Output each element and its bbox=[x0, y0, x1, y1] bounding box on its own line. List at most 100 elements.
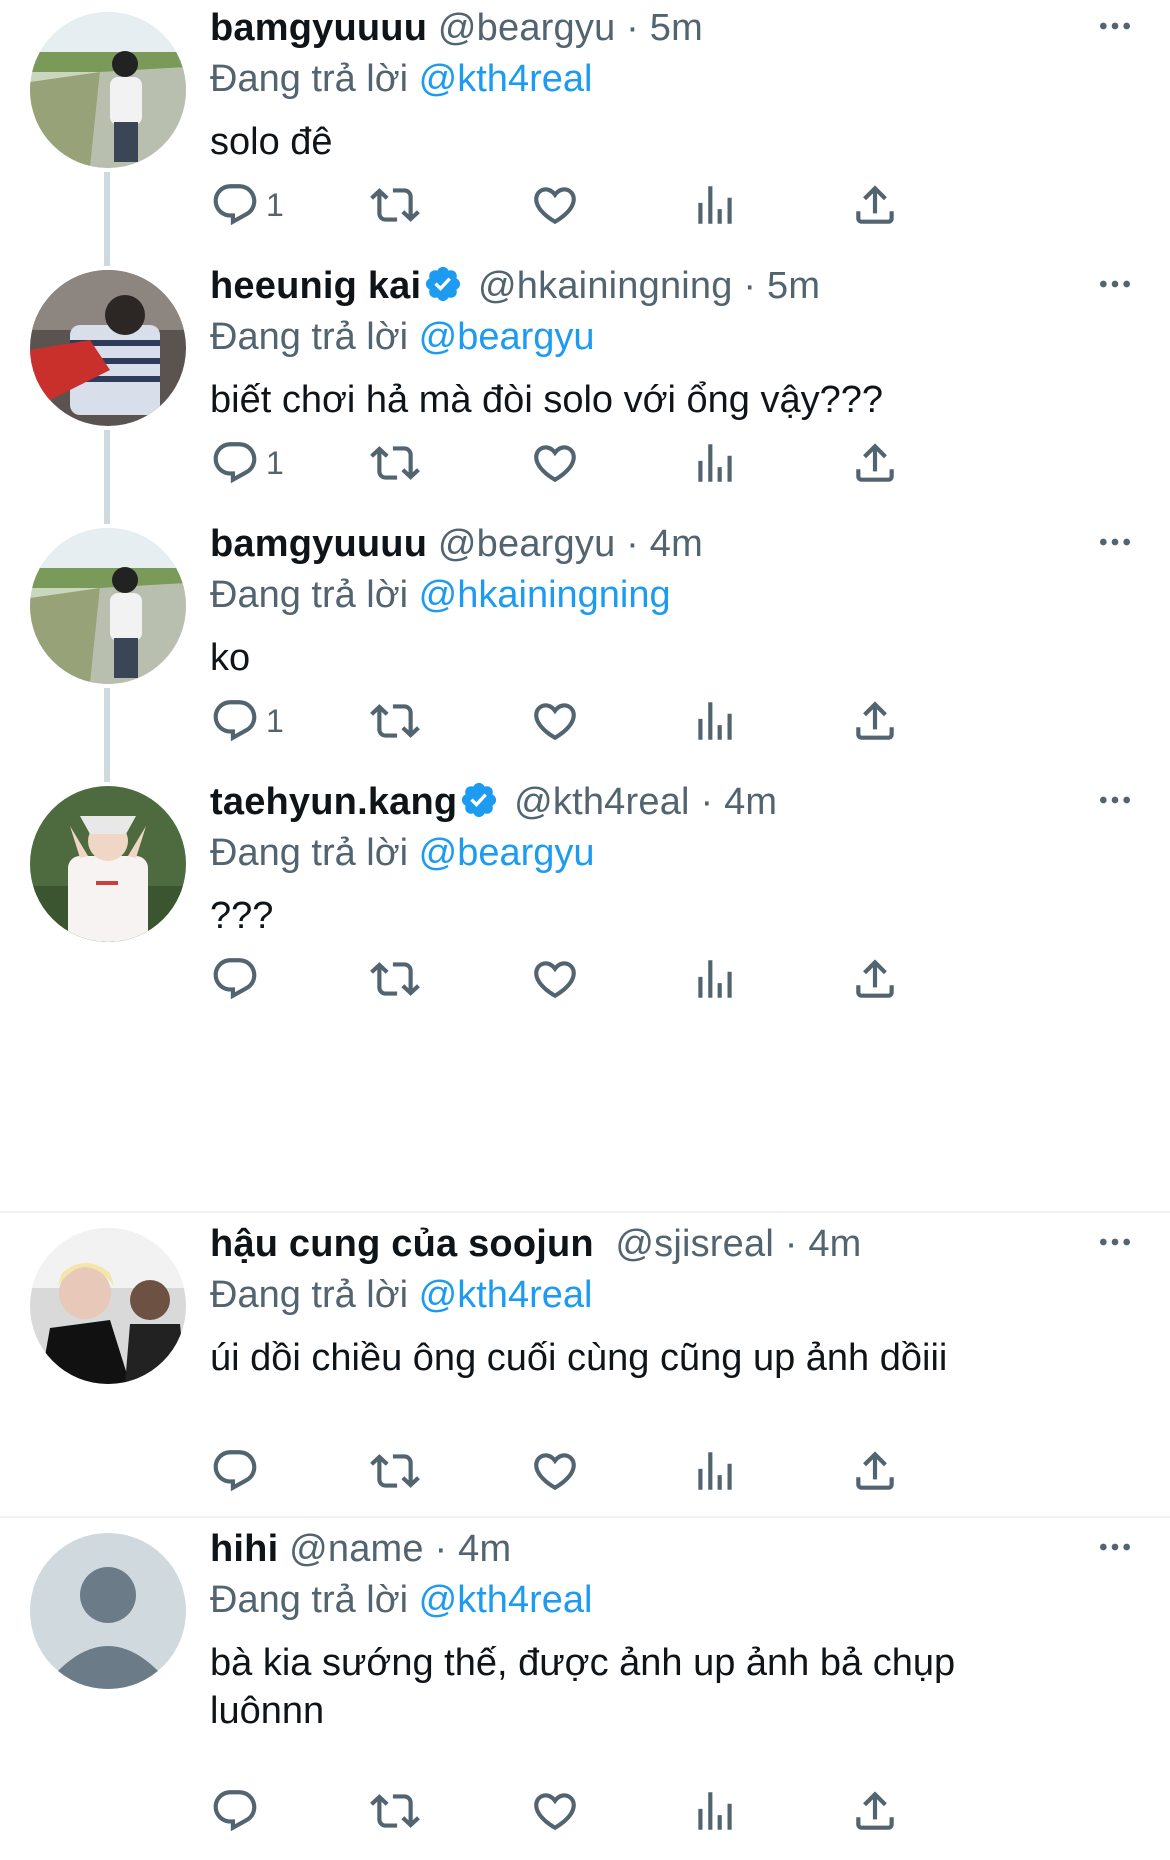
display-name[interactable]: taehyun.kang bbox=[210, 781, 457, 823]
timestamp[interactable]: · 4m bbox=[435, 1528, 512, 1570]
more-icon[interactable] bbox=[1094, 1527, 1136, 1567]
retweet-button[interactable] bbox=[370, 949, 420, 1009]
display-name[interactable]: bamgyuuuu bbox=[210, 7, 427, 49]
action-bar bbox=[210, 949, 1040, 1009]
reply-icon bbox=[210, 1446, 260, 1496]
tweet[interactable]: hậu cung của soojun @sjisreal · 4m Đang … bbox=[0, 1216, 1170, 1516]
handle[interactable]: @hkainingning bbox=[478, 265, 733, 307]
more-icon[interactable] bbox=[1094, 1222, 1136, 1262]
tweet-text: biết chơi hả mà đòi solo với ổng vậy??? bbox=[210, 379, 883, 421]
tweet[interactable]: heeunig kai @hkainingning · 5m Đang trả … bbox=[0, 258, 1170, 516]
action-bar: 1 bbox=[210, 691, 1040, 751]
like-icon bbox=[530, 438, 580, 488]
like-button[interactable] bbox=[530, 1441, 580, 1501]
reply-prefix: Đang trả lời bbox=[210, 58, 409, 100]
avatar[interactable] bbox=[30, 12, 186, 168]
tweet[interactable]: bamgyuuuu @beargyu · 5m Đang trả lời @kt… bbox=[0, 0, 1170, 258]
like-icon bbox=[530, 180, 580, 230]
timestamp[interactable]: · 5m bbox=[626, 7, 703, 49]
retweet-button[interactable] bbox=[370, 433, 420, 493]
handle[interactable]: @name bbox=[289, 1528, 424, 1570]
views-icon bbox=[690, 954, 740, 1004]
avatar[interactable] bbox=[30, 1533, 186, 1689]
views-button[interactable] bbox=[690, 1441, 740, 1501]
timestamp[interactable]: · 5m bbox=[743, 265, 820, 307]
reply-icon bbox=[210, 954, 260, 1004]
like-icon bbox=[530, 696, 580, 746]
timestamp[interactable]: · 4m bbox=[626, 523, 703, 565]
handle[interactable]: @beargyu bbox=[438, 7, 616, 49]
reply-button[interactable] bbox=[210, 949, 266, 1009]
views-button[interactable] bbox=[690, 691, 740, 751]
display-name[interactable]: bamgyuuuu bbox=[210, 523, 427, 565]
views-button[interactable] bbox=[690, 949, 740, 1009]
divider bbox=[0, 1211, 1170, 1213]
reply-button[interactable] bbox=[210, 1441, 266, 1501]
display-name[interactable]: heeunig kai bbox=[210, 265, 421, 307]
like-icon bbox=[530, 1446, 580, 1496]
share-button[interactable] bbox=[850, 691, 900, 751]
like-button[interactable] bbox=[530, 175, 580, 235]
share-icon bbox=[850, 180, 900, 230]
share-button[interactable] bbox=[850, 1781, 900, 1841]
retweet-button[interactable] bbox=[370, 691, 420, 751]
tweet-text: úi dồi chiều ông cuối cùng cũng up ảnh d… bbox=[210, 1337, 948, 1379]
retweet-button[interactable] bbox=[370, 1781, 420, 1841]
display-name[interactable]: hihi bbox=[210, 1528, 278, 1570]
avatar[interactable] bbox=[30, 270, 186, 426]
reply-prefix: Đang trả lời bbox=[210, 1274, 409, 1316]
handle[interactable]: @kth4real bbox=[514, 781, 690, 823]
reply-icon bbox=[210, 696, 260, 746]
share-button[interactable] bbox=[850, 1441, 900, 1501]
action-bar: 1 bbox=[210, 175, 1040, 235]
reply-to-mention[interactable]: @hkainingning bbox=[419, 574, 671, 616]
views-icon bbox=[690, 438, 740, 488]
reply-to-mention[interactable]: @beargyu bbox=[419, 832, 595, 874]
retweet-button[interactable] bbox=[370, 175, 420, 235]
reply-to-mention[interactable]: @kth4real bbox=[419, 1579, 593, 1621]
like-button[interactable] bbox=[530, 949, 580, 1009]
handle[interactable]: @beargyu bbox=[438, 523, 616, 565]
like-button[interactable] bbox=[530, 1781, 580, 1841]
tweet[interactable]: hihi @name · 4m Đang trả lời @kth4real b… bbox=[0, 1521, 1170, 1860]
avatar[interactable] bbox=[30, 786, 186, 942]
reply-prefix: Đang trả lời bbox=[210, 574, 409, 616]
avatar[interactable] bbox=[30, 1228, 186, 1384]
like-icon bbox=[530, 954, 580, 1004]
verified-icon bbox=[459, 780, 499, 820]
tweet[interactable]: bamgyuuuu @beargyu · 4m Đang trả lời @hk… bbox=[0, 516, 1170, 774]
timestamp[interactable]: · 4m bbox=[785, 1223, 862, 1265]
share-button[interactable] bbox=[850, 949, 900, 1009]
more-icon[interactable] bbox=[1094, 6, 1136, 46]
reply-button[interactable]: 1 bbox=[210, 175, 284, 235]
reply-button[interactable]: 1 bbox=[210, 433, 284, 493]
views-button[interactable] bbox=[690, 433, 740, 493]
tweet[interactable]: taehyun.kang @kth4real · 4m Đang trả lời… bbox=[0, 774, 1170, 1032]
retweet-icon bbox=[370, 696, 420, 746]
reply-count: 1 bbox=[266, 702, 284, 739]
more-icon[interactable] bbox=[1094, 264, 1136, 304]
share-button[interactable] bbox=[850, 433, 900, 493]
reply-to-mention[interactable]: @kth4real bbox=[419, 58, 593, 100]
views-button[interactable] bbox=[690, 175, 740, 235]
handle[interactable]: @sjisreal bbox=[615, 1223, 774, 1265]
views-icon bbox=[690, 1786, 740, 1836]
display-name[interactable]: hậu cung của soojun bbox=[210, 1223, 594, 1265]
retweet-icon bbox=[370, 954, 420, 1004]
like-button[interactable] bbox=[530, 691, 580, 751]
avatar[interactable] bbox=[30, 528, 186, 684]
retweet-button[interactable] bbox=[370, 1441, 420, 1501]
views-button[interactable] bbox=[690, 1781, 740, 1841]
share-button[interactable] bbox=[850, 175, 900, 235]
divider bbox=[0, 1516, 1170, 1518]
more-icon[interactable] bbox=[1094, 522, 1136, 562]
action-bar: 1 bbox=[210, 433, 1040, 493]
reply-count: 1 bbox=[266, 186, 284, 223]
like-button[interactable] bbox=[530, 433, 580, 493]
timestamp[interactable]: · 4m bbox=[700, 781, 777, 823]
reply-to-mention[interactable]: @beargyu bbox=[419, 316, 595, 358]
reply-to-mention[interactable]: @kth4real bbox=[419, 1274, 593, 1316]
more-icon[interactable] bbox=[1094, 780, 1136, 820]
reply-button[interactable]: 1 bbox=[210, 691, 284, 751]
reply-button[interactable] bbox=[210, 1781, 266, 1841]
